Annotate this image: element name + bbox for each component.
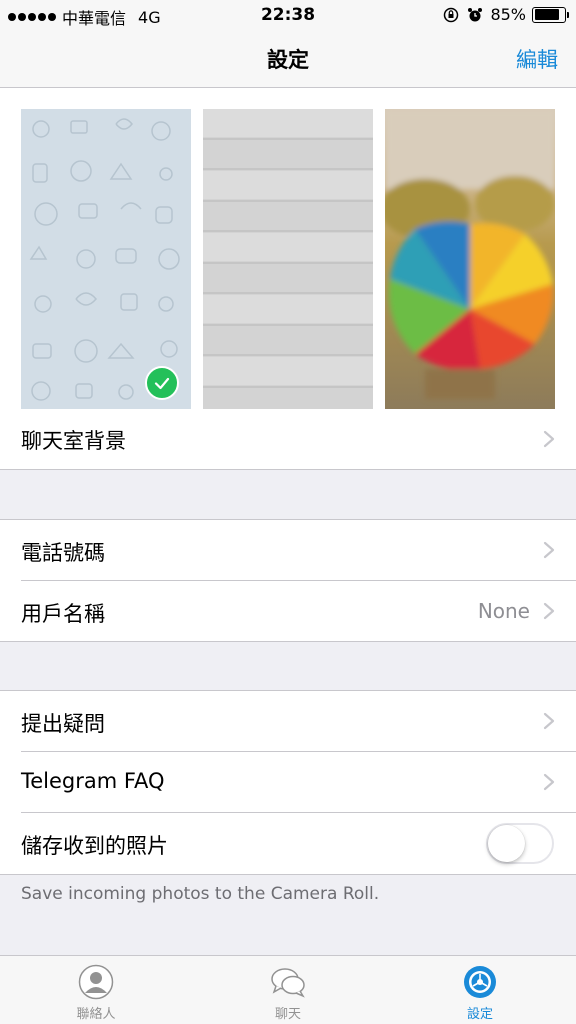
rotation-lock-icon [442, 6, 460, 24]
contacts-icon [78, 964, 114, 1000]
settings-icon [464, 966, 496, 998]
tab-settings[interactable]: 設定 [384, 956, 576, 1024]
wallpaper-thumb-gray-wood[interactable] [203, 109, 373, 409]
wallpaper-thumb-umbrella[interactable] [385, 109, 555, 409]
save-photos-row: 儲存收到的照片 [0, 813, 576, 874]
phone-number-label: 電話號碼 [21, 541, 105, 565]
ask-question-row[interactable]: 提出疑問 [0, 691, 576, 752]
toggle-knob [488, 825, 525, 862]
telegram-faq-row[interactable]: Telegram FAQ [0, 752, 576, 813]
battery-percent: 85% [490, 5, 526, 24]
nav-bar: 設定 編輯 [0, 30, 576, 88]
wallpaper-section: 聊天室背景 [0, 88, 576, 470]
tab-bar: 聯絡人 聊天 設定 [0, 955, 576, 1024]
tab-settings-label: 設定 [466, 1007, 493, 1022]
tab-contacts-label: 聯絡人 [76, 1007, 116, 1022]
battery-fill [534, 9, 560, 20]
username-label: 用戶名稱 [21, 602, 105, 626]
tab-contacts[interactable]: 聯絡人 [0, 956, 192, 1024]
ask-question-label: 提出疑問 [21, 712, 105, 736]
chevron-right-icon [543, 602, 555, 620]
battery-icon [532, 6, 569, 23]
chevron-right-icon [543, 712, 555, 730]
tab-chats-label: 聊天 [274, 1007, 301, 1022]
chevron-right-icon [543, 773, 555, 791]
save-photos-label: 儲存收到的照片 [21, 834, 168, 858]
status-right: 85% [442, 5, 569, 24]
save-photos-toggle[interactable] [486, 823, 554, 864]
telegram-faq-label: Telegram FAQ [21, 769, 165, 793]
chat-icon [271, 968, 305, 998]
edit-button[interactable]: 編輯 [516, 44, 558, 74]
save-photos-footnote: Save incoming photos to the Camera Roll. [21, 884, 380, 904]
username-value: None [477, 599, 530, 623]
wallpaper-thumb-pattern[interactable] [21, 109, 191, 409]
chat-background-row[interactable]: 聊天室背景 [0, 409, 576, 469]
alarm-icon [466, 6, 484, 24]
chat-background-label: 聊天室背景 [21, 429, 126, 453]
phone-number-row[interactable]: 電話號碼 [0, 520, 576, 581]
chevron-right-icon [543, 430, 555, 448]
tab-chats[interactable]: 聊天 [192, 956, 384, 1024]
selected-check-icon [145, 366, 179, 400]
chevron-right-icon [543, 541, 555, 559]
status-bar: 中華電信 4G 22:38 85% [0, 0, 576, 30]
page-title: 設定 [267, 48, 309, 72]
username-row[interactable]: 用戶名稱 None [0, 581, 576, 641]
